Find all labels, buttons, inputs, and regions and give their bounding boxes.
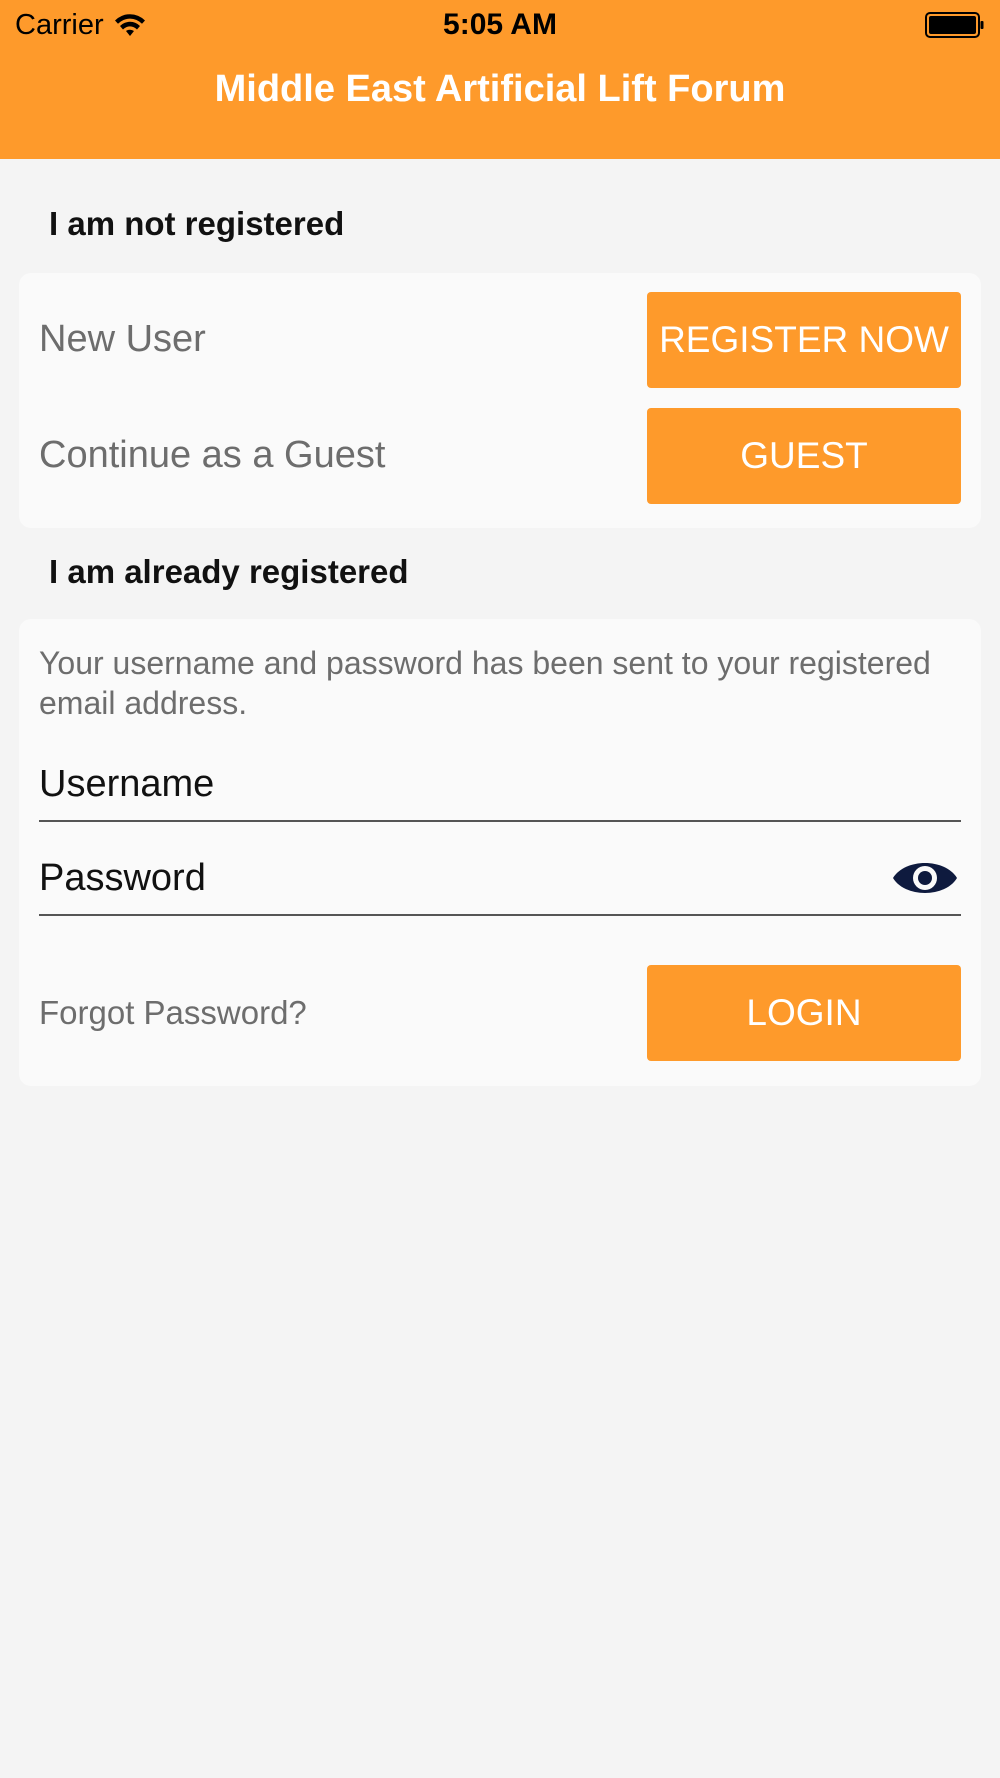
new-user-label: New User xyxy=(39,318,206,360)
app-header: Carrier 5:05 AM Middle East Artificial L… xyxy=(0,0,1000,159)
already-registered-heading: I am already registered xyxy=(49,553,409,590)
password-underline xyxy=(39,914,961,916)
battery-icon xyxy=(925,12,984,38)
not-registered-heading: I am not registered xyxy=(49,205,345,242)
login-button[interactable]: LOGIN xyxy=(647,965,961,1061)
username-input[interactable]: Username xyxy=(39,763,214,806)
page-title: Middle East Artificial Lift Forum xyxy=(214,68,786,110)
register-now-button[interactable]: REGISTER NOW xyxy=(647,292,961,388)
login-info-text: Your username and password has been sent… xyxy=(39,645,931,721)
eye-icon[interactable] xyxy=(891,855,959,901)
guest-label: Continue as a Guest xyxy=(39,434,386,476)
username-underline xyxy=(39,820,961,822)
clock: 5:05 AM xyxy=(443,8,557,41)
forgot-password-link[interactable]: Forgot Password? xyxy=(39,994,307,1032)
guest-button[interactable]: GUEST xyxy=(647,408,961,504)
password-input[interactable]: Password xyxy=(39,857,206,900)
status-bar: Carrier 5:05 AM xyxy=(0,0,1000,50)
